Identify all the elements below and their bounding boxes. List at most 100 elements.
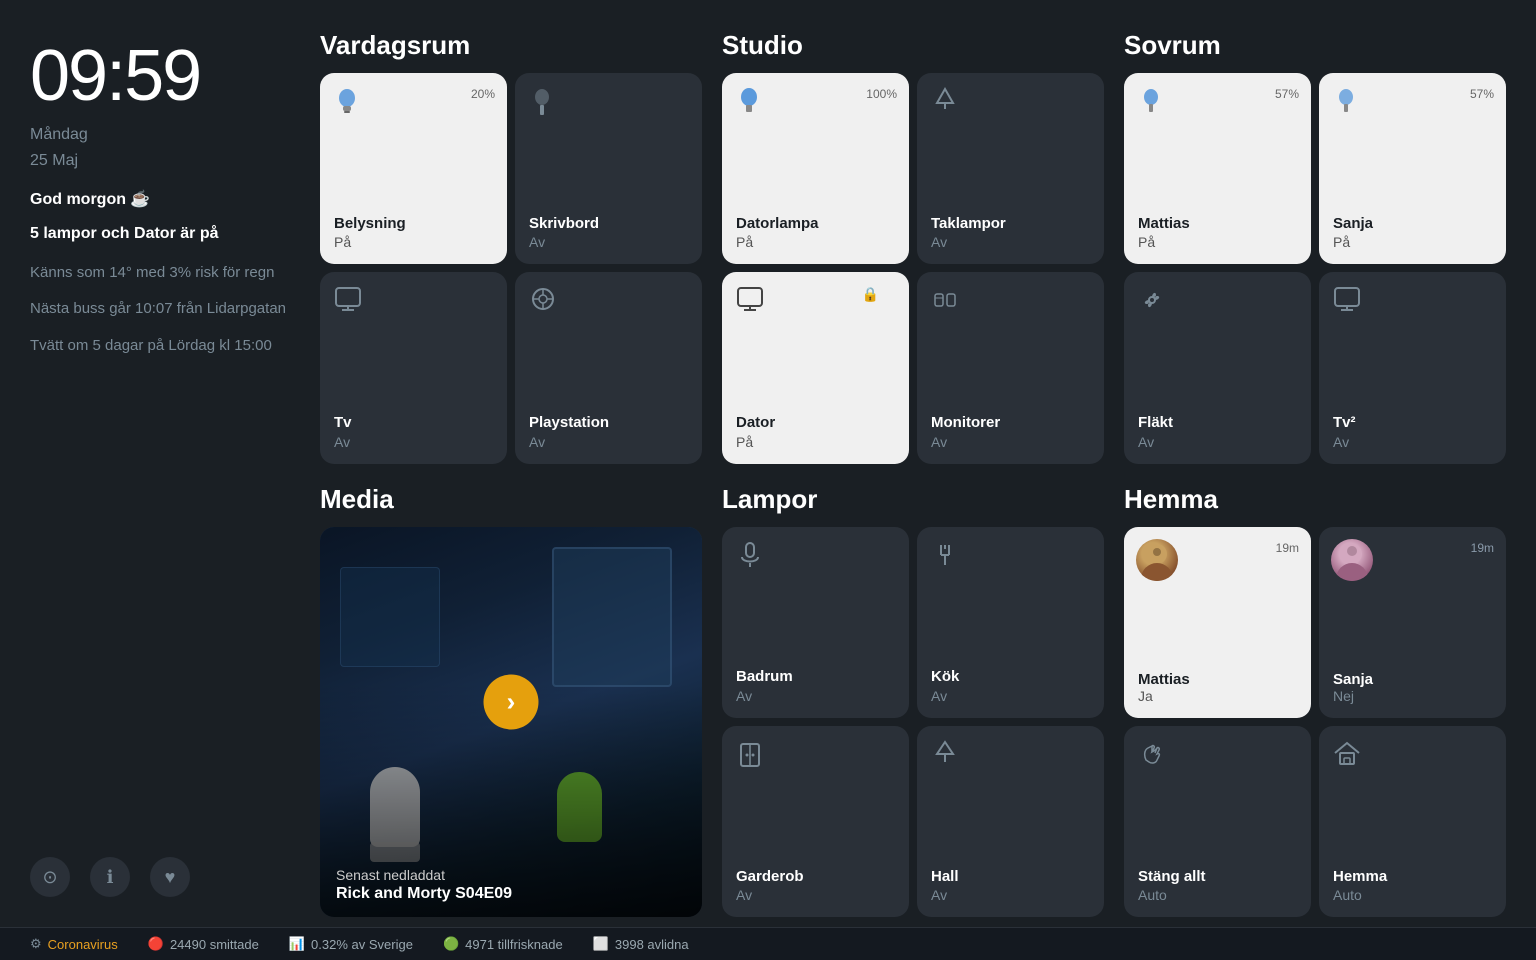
status-percent: 📊 0.32% av Sverige [289,936,413,952]
dator-name: Dator [736,413,895,433]
kok-icon [931,541,959,576]
datorlampa-percent: 100% [866,87,897,101]
media-info: Senast nedladdat Rick and Morty S04E09 [320,853,702,917]
media-section: Media › Senast nedladdat [320,484,702,918]
mattias-lamp-icon [1138,87,1164,124]
tile-skrivbord[interactable]: Skrivbord Av [515,73,702,264]
time-display: 09:59 [30,40,300,112]
recovered-value: 4971 tillfrisknade [465,937,563,952]
hall-icon [931,740,959,775]
vardagsrum-title: Vardagsrum [320,30,702,61]
sanja-lamp-icon [1333,87,1359,124]
tile-hall[interactable]: Hall Av [917,726,1104,917]
lock-icon: 🔒 [862,286,879,303]
right-content: Vardagsrum 20% Belysning P [320,30,1506,917]
hemma-title: Hemma [1124,484,1506,515]
media-show: Rick and Morty S04E09 [336,885,686,903]
bottom-icon-2[interactable]: ℹ [90,857,130,897]
tile-tv2[interactable]: Tv² Av [1319,272,1506,463]
sanja-lamp-name: Sanja [1333,214,1492,234]
mattias-lamp-percent: 57% [1275,87,1299,101]
status-deceased: ⬜ 3998 avlidna [593,936,689,952]
mattias-lamp-name: Mattias [1138,214,1297,234]
person-tile-mattias[interactable]: 19m Mattias Ja [1124,527,1311,718]
avatar-sanja [1331,539,1373,581]
infected-value: 24490 smittade [170,937,259,952]
hall-name: Hall [931,867,1090,887]
tv2-name: Tv² [1333,413,1492,433]
media-title: Media [320,484,702,515]
tile-dator[interactable]: 🔒 Dator På [722,272,909,463]
stang-allt-name: Stäng allt [1138,867,1297,887]
studio-title: Studio [722,30,1104,61]
kok-name: Kök [931,667,1090,687]
monitorer-status: Av [931,434,1090,450]
tile-taklampor[interactable]: Taklampor Av [917,73,1104,264]
garderob-name: Garderob [736,867,895,887]
day-label: Måndag [30,122,300,148]
bottom-icon-3[interactable]: ♥ [150,857,190,897]
mattias-lamp-status: På [1138,234,1297,250]
tv2-icon [1333,286,1361,319]
kok-status: Av [931,688,1090,704]
monitorer-icon [931,286,959,321]
tile-playstation[interactable]: Playstation Av [515,272,702,463]
dator-status: På [736,434,895,450]
tile-flakt[interactable]: Fläkt Av [1124,272,1311,463]
studio-grid: 100% Datorlampa På Taklampor [722,73,1104,464]
sovrum-grid: 57% Mattias På 57% Sanja [1124,73,1506,464]
recovered-icon: 🟢 [443,936,459,952]
tile-badrum[interactable]: Badrum Av [722,527,909,718]
tile-mattias-lamp[interactable]: 57% Mattias På [1124,73,1311,264]
media-tile[interactable]: › Senast nedladdat Rick and Morty S04E09 [320,527,702,918]
rooms-row-bottom: Media › Senast nedladdat [320,484,1506,918]
sanja-lamp-percent: 57% [1470,87,1494,101]
laundry-info: Tvätt om 5 dagar på Lördag kl 15:00 [30,335,300,358]
vardagsrum-section: Vardagsrum 20% Belysning P [320,30,702,464]
belysning-status: På [334,234,493,250]
lampor-section: Lampor Badrum Av [722,484,1104,918]
status-active: 5 lampor och Dator är på [30,223,300,245]
tile-stang-allt[interactable]: Stäng allt Auto [1124,726,1311,917]
belysning-name: Belysning [334,214,493,234]
studio-section: Studio 100% Datorlampa På [722,30,1104,464]
tile-monitorer[interactable]: Monitorer Av [917,272,1104,463]
tile-sanja-lamp[interactable]: 57% Sanja På [1319,73,1506,264]
flakt-name: Fläkt [1138,413,1297,433]
weather-info: Känns som 14° med 3% risk för regn [30,262,300,285]
tile-kok[interactable]: Kök Av [917,527,1104,718]
bottom-icon-1[interactable]: ⊙ [30,857,70,897]
scene-window2 [340,567,440,667]
tile-hemma-action[interactable]: Hemma Auto [1319,726,1506,917]
corona-gear-icon: ⚙ [30,936,42,952]
tv-icon [334,286,362,319]
rooms-row-top: Vardagsrum 20% Belysning P [320,30,1506,464]
dator-icon [736,286,764,319]
status-recovered: 🟢 4971 tillfrisknade [443,936,563,952]
person-tile-sanja[interactable]: 19m Sanja Nej [1319,527,1506,718]
playstation-status: Av [529,434,688,450]
ps-icon [529,286,557,319]
date-info: Måndag 25 Maj [30,122,300,173]
scene-window [552,547,672,687]
status-bar: ⚙ Coronavirus 🔴 24490 smittade 📊 0.32% a… [0,927,1536,960]
media-label: Senast nedladdat [336,867,686,883]
taklampor-status: Av [931,234,1090,250]
tile-garderob[interactable]: Garderob Av [722,726,909,917]
hall-status: Av [931,887,1090,903]
corona-label: Coronavirus [48,937,118,952]
bottom-icons: ⊙ ℹ ♥ [30,857,300,917]
tv-status: Av [334,434,493,450]
lamp-icon [529,87,555,124]
status-coronavirus: ⚙ Coronavirus [30,936,118,952]
home-icon [1333,740,1361,773]
tile-datorlampa[interactable]: 100% Datorlampa På [722,73,909,264]
hand-wave-icon [1138,740,1166,775]
tile-tv[interactable]: Tv Av [320,272,507,463]
lampor-title: Lampor [722,484,1104,515]
status-infected: 🔴 24490 smittade [148,936,259,952]
tile-belysning[interactable]: 20% Belysning På [320,73,507,264]
sovrum-section: Sovrum 57% Mattias På [1124,30,1506,464]
tv2-status: Av [1333,434,1492,450]
plex-icon: › [484,675,539,730]
